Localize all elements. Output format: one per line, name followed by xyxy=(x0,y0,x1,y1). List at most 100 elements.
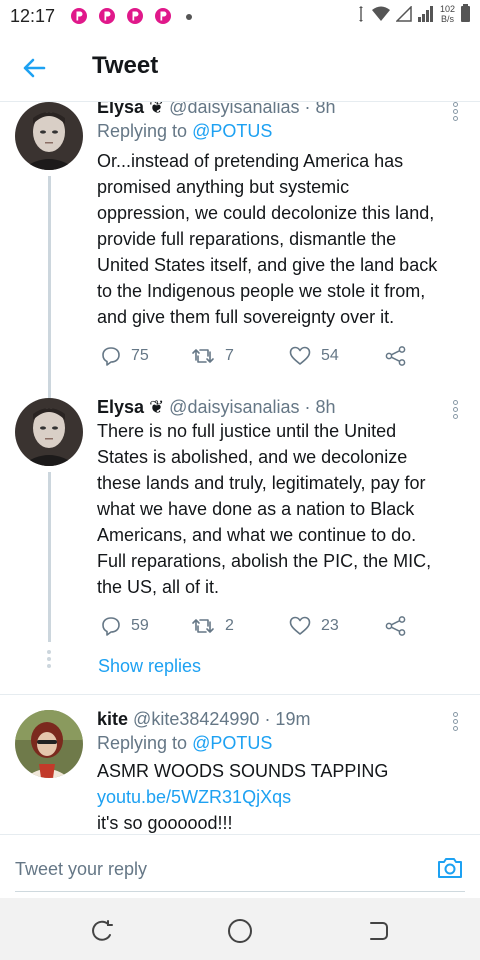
tweet-body: kite @kite38424990 · 19m Replying to @PO… xyxy=(97,708,462,834)
tweet-text-line: and give them full sovereignty over it. xyxy=(97,307,395,327)
heart-icon xyxy=(289,346,311,365)
status-bar: 12:17 102 B/s xyxy=(0,0,480,32)
avatar[interactable] xyxy=(15,102,83,170)
tweet-feed[interactable]: Elysa ❦ @daisyisanalias · 8h Replying to… xyxy=(0,102,480,834)
author-name[interactable]: Elysa xyxy=(97,102,144,117)
tweet-link[interactable]: youtu.be/5WZR31QjXqs xyxy=(97,784,462,810)
like-count: 54 xyxy=(321,347,339,364)
more-options-button[interactable] xyxy=(452,400,460,420)
tweet-text: it's so goooood!!! xyxy=(97,813,233,833)
retweet-icon xyxy=(192,349,214,363)
net-speed: 102 B/s xyxy=(440,4,455,24)
tweet-text-line: There is no full justice until the Unite… xyxy=(97,421,397,441)
reply-count: 75 xyxy=(131,347,149,364)
reply-icon xyxy=(102,617,120,636)
thread-line xyxy=(48,386,51,398)
tweet-time: · 8h xyxy=(304,102,336,117)
tweet-header: Elysa ❦ @daisyisanalias · 8h xyxy=(97,396,462,418)
tweet-text-line: these lands and truly, legitimately, pay… xyxy=(97,473,426,493)
tweet-body: Elysa ❦ @daisyisanalias · 8h Replying to… xyxy=(97,102,462,330)
battery-icon xyxy=(461,4,470,22)
author-name[interactable]: kite xyxy=(97,709,128,729)
app-p-icon xyxy=(154,7,172,25)
back-nav-button[interactable] xyxy=(365,918,391,944)
home-button[interactable] xyxy=(227,918,253,944)
mention-link[interactable]: @POTUS xyxy=(192,733,272,753)
reply-button[interactable]: 59 xyxy=(101,616,149,636)
more-options-button[interactable] xyxy=(452,102,460,122)
recent-apps-icon xyxy=(92,920,113,941)
avatar[interactable] xyxy=(15,398,83,466)
tweet-text: There is no full justice until the Unite… xyxy=(97,418,462,600)
tweet-text-line: Full reparations, abolish the PIC, the M… xyxy=(97,551,432,571)
tweet-text-line: oppression, we could decolonize this lan… xyxy=(97,203,435,223)
tweet-text-line: Americans, and what we continue to do. xyxy=(97,525,417,545)
reply-button[interactable]: 75 xyxy=(101,346,149,366)
retweet-icon xyxy=(192,619,214,633)
tweet-text: ASMR WOODS SOUNDS TAPPING xyxy=(97,761,389,781)
replying-to: Replying to @POTUS xyxy=(97,118,462,144)
tweet[interactable]: Elysa ❦ @daisyisanalias · 8h Replying to… xyxy=(0,102,480,386)
reply-input[interactable]: Tweet your reply xyxy=(15,859,147,880)
camera-button[interactable] xyxy=(436,854,464,882)
tweet-text-line: the US, all of it. xyxy=(97,577,220,597)
share-icon xyxy=(385,346,406,366)
flower-badge-icon: ❦ xyxy=(149,102,165,117)
share-button[interactable] xyxy=(385,616,407,636)
tweet-header: kite @kite38424990 · 19m xyxy=(97,708,462,730)
tweet-text-line: promised anything but systemic xyxy=(97,177,350,197)
retweet-count: 7 xyxy=(225,347,234,364)
recent-apps-button[interactable] xyxy=(89,918,115,944)
replying-to-prefix: Replying to xyxy=(97,121,193,141)
tweet-header: Elysa ❦ @daisyisanalias · 8h xyxy=(97,102,462,118)
signal-icon xyxy=(417,6,433,22)
author-handle[interactable]: @daisyisanalias xyxy=(169,102,299,117)
app-p-icon xyxy=(98,7,116,25)
replying-to: Replying to @POTUS xyxy=(97,730,462,756)
tweet-time: · 19m xyxy=(264,709,311,729)
retweet-count: 2 xyxy=(225,617,234,634)
replying-to-prefix: Replying to xyxy=(97,733,193,753)
divider xyxy=(0,694,480,695)
author-name[interactable]: Elysa xyxy=(97,397,144,417)
notification-icons xyxy=(70,7,172,25)
back-button[interactable] xyxy=(18,52,50,84)
arrow-left-icon xyxy=(23,58,46,78)
tweet-body: Elysa ❦ @daisyisanalias · 8h There is no… xyxy=(97,396,462,600)
app-header: Tweet xyxy=(0,32,480,102)
like-count: 23 xyxy=(321,617,339,634)
like-button[interactable]: 54 xyxy=(289,346,339,366)
notification-dot-icon xyxy=(186,14,192,20)
flower-badge-icon: ❦ xyxy=(149,397,165,417)
tweet-actions: 75 7 54 xyxy=(97,346,427,370)
like-button[interactable]: 23 xyxy=(289,616,339,636)
more-options-button[interactable] xyxy=(452,712,460,732)
tweet-text-line: provide full reparations, dismantle the xyxy=(97,229,397,249)
retweet-button[interactable]: 7 xyxy=(191,346,234,366)
tweet[interactable]: Elysa ❦ @daisyisanalias · 8h There is no… xyxy=(0,386,480,694)
author-handle[interactable]: @daisyisanalias xyxy=(169,397,299,417)
signal-empty-icon xyxy=(395,6,412,22)
back-nav-icon xyxy=(370,922,388,940)
camera-icon xyxy=(438,858,462,878)
thread-line xyxy=(48,176,51,386)
retweet-button[interactable]: 2 xyxy=(191,616,234,636)
author-handle[interactable]: @kite38424990 xyxy=(133,709,259,729)
page-title: Tweet xyxy=(92,52,159,79)
net-speed-unit: B/s xyxy=(440,14,454,24)
show-replies-link[interactable]: Show replies xyxy=(98,656,201,677)
system-nav-bar xyxy=(0,898,480,960)
tweet-time: · 8h xyxy=(304,397,336,417)
share-icon xyxy=(385,616,406,636)
net-speed-value: 102 xyxy=(439,4,455,14)
app-p-icon xyxy=(126,7,144,25)
mention-link[interactable]: @POTUS xyxy=(192,121,272,141)
tweet-text-line: to the Indigenous people we stole it fro… xyxy=(97,281,426,301)
tweet-text: Or...instead of pretending America has p… xyxy=(97,148,462,330)
reply-bar: Tweet your reply xyxy=(0,834,480,898)
reply-icon xyxy=(102,347,120,366)
thread-line xyxy=(48,472,51,642)
tweet[interactable]: kite @kite38424990 · 19m Replying to @PO… xyxy=(0,706,480,834)
avatar[interactable] xyxy=(15,710,83,778)
share-button[interactable] xyxy=(385,346,407,366)
